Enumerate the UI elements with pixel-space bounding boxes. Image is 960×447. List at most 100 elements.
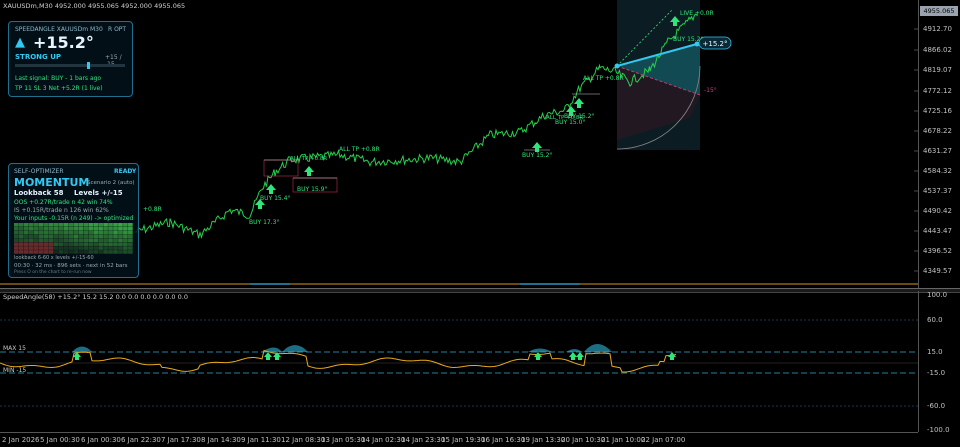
bottom-color-strip (0, 283, 918, 285)
heatmap-cell (78, 238, 84, 243)
indicator-tick-label: -60.0 (927, 402, 946, 410)
optimizer-hint: Press O on the chart to re-run now (14, 270, 92, 275)
heatmap-cell (123, 238, 128, 243)
price-series-line (134, 13, 698, 239)
heatmap-cell (98, 242, 103, 246)
heatmap-cell (128, 223, 133, 227)
heatmap-cell (28, 226, 34, 231)
heatmap-cell (128, 242, 133, 246)
heatmap-cell (78, 230, 84, 235)
heatmap-cell (123, 230, 128, 235)
heatmap-cell (43, 234, 49, 239)
heatmap-cell (113, 226, 118, 231)
indicator-tick-label: -100.0 (927, 426, 950, 434)
heatmap-cell (33, 226, 39, 231)
heatmap-cell (113, 234, 118, 239)
time-tick-label: 6 Jan 00:30 (81, 436, 121, 444)
heatmap-cell (68, 226, 74, 231)
heatmap-cell (88, 238, 94, 243)
speed-angle-indicator[interactable]: MAX 15 MIN -15 (0, 291, 918, 432)
trade-boxes (263, 93, 600, 193)
heatmap-cell (83, 238, 89, 243)
time-tick-label: 9 Jan 11:30 (241, 436, 281, 444)
heatmap-cell (28, 246, 34, 250)
heatmap-cell (78, 226, 84, 231)
heatmap-cell (73, 223, 79, 227)
trade-label: ALL TP +0.8R (583, 75, 624, 82)
speed-fill-areas (72, 344, 612, 352)
heatmap-cell (14, 246, 19, 250)
optimizer-heatmap (14, 223, 133, 254)
price-tick-label: 4396.52 (923, 247, 952, 255)
heatmap-cell (73, 246, 79, 250)
heatmap-cell (83, 230, 89, 235)
indicator-axis[interactable]: 100.0 60.0 15.0 -15.0 -60.0 -100.0 (918, 291, 960, 434)
heatmap-cell (88, 223, 94, 227)
min-level-label: MIN -15 (3, 367, 26, 374)
heatmap-cell (14, 226, 19, 231)
heatmap-cell (108, 226, 113, 231)
heatmap-cell (23, 238, 29, 243)
heatmap-cell (98, 234, 103, 239)
heatmap-cell (123, 246, 128, 250)
heatmap-cell (38, 234, 44, 239)
heatmap-cell (53, 250, 59, 254)
heatmap-cell (103, 223, 108, 227)
optimizer-timing: 00:30 · 32 ms · 896 sets · next in 52 ba… (14, 263, 128, 269)
heatmap-cell (48, 238, 54, 243)
heatmap-cell (103, 242, 108, 246)
heatmap-cell (68, 234, 74, 239)
heatmap-cell (83, 226, 89, 231)
heatmap-cell (28, 223, 34, 227)
heatmap-cell (83, 234, 89, 239)
heatmap-cell (63, 226, 69, 231)
heatmap-cell (18, 242, 24, 246)
heatmap-cell (48, 234, 54, 239)
price-axis[interactable]: 4912.70 4866.02 4819.07 4772.12 4725.16 4678.… (918, 0, 960, 288)
heatmap-cell (38, 230, 44, 235)
main-window-title: XAUUSDm,M30 4952.000 4955.065 4952.000 4… (3, 2, 186, 10)
heatmap-cell (43, 238, 49, 243)
heatmap-cell (123, 250, 128, 254)
heatmap-cell (128, 234, 133, 239)
heatmap-cell (53, 223, 59, 227)
heatmap-cell (53, 242, 59, 246)
heatmap-cell (108, 250, 113, 254)
speed-angle-panel: SPEEDANGLE XAUUSDm M30 R OPT ▲ +15.2° ST… (8, 21, 133, 97)
optimizer-lookback: Lookback 58 (14, 189, 64, 197)
heatmap-cell (38, 238, 44, 243)
heatmap-cell (93, 223, 98, 227)
heatmap-cell (48, 223, 54, 227)
time-tick-label: 14 Jan 23:30 (401, 436, 446, 444)
heatmap-cell (108, 223, 113, 227)
heatmap-cell (98, 223, 103, 227)
trade-stats: TP 11 SL 3 Net +5.2R (1 live) (15, 85, 103, 92)
time-tick-label: 20 Jan 10:30 (561, 436, 606, 444)
price-tick-label: 4490.42 (923, 207, 952, 215)
heatmap-cell (118, 234, 123, 239)
speed-panel-header-right: R OPT (108, 26, 127, 33)
heatmap-cell (98, 246, 103, 250)
price-tick-label: 4584.32 (923, 167, 952, 175)
heatmap-cell (23, 250, 29, 254)
heatmap-cell (23, 246, 29, 250)
heatmap-cell (68, 223, 74, 227)
time-tick-label: 15 Jan 19:30 (441, 436, 486, 444)
heatmap-cell (83, 223, 89, 227)
heatmap-cell (14, 223, 19, 227)
heatmap-cell (103, 250, 108, 254)
heatmap-cell (83, 246, 89, 250)
heatmap-cell (14, 250, 19, 254)
price-tick-label: 4537.37 (923, 187, 952, 195)
heatmap-cell (93, 246, 98, 250)
speed-angle-value: +15.2° (33, 33, 94, 52)
heatmap-cell (98, 230, 103, 235)
heatmap-cell (73, 238, 79, 243)
heatmap-cell (48, 242, 54, 246)
heatmap-cell (48, 246, 54, 250)
heatmap-cell (113, 238, 118, 243)
time-axis[interactable]: 2 Jan 2026 5 Jan 00:30 6 Jan 00:30 6 Jan 22… (0, 432, 918, 447)
speed-panel-header: SPEEDANGLE XAUUSDm M30 (15, 26, 103, 33)
heatmap-cell (33, 250, 39, 254)
heatmap-cell (28, 234, 34, 239)
